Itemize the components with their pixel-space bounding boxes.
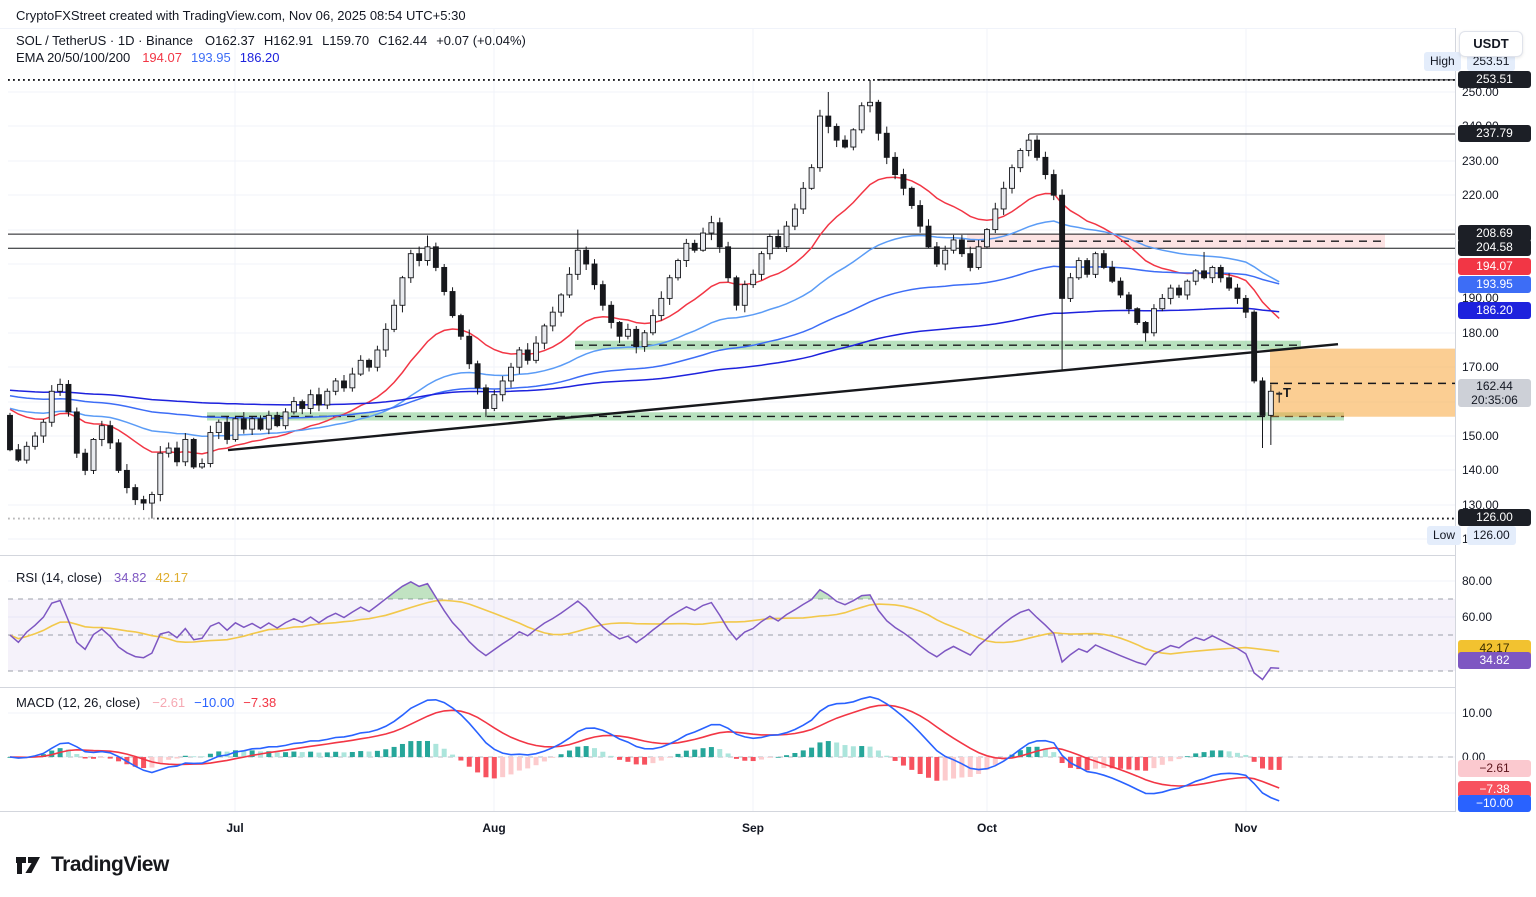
ohlc-value: L159.70 <box>322 33 369 48</box>
macd-line <box>10 697 1279 801</box>
currency-button[interactable]: USDT <box>1459 31 1523 57</box>
time-axis-month-label: Sep <box>742 821 764 835</box>
t-drawing-marker[interactable]: T <box>1283 385 1291 400</box>
target-zone-orange <box>1270 349 1456 417</box>
rsi-band <box>8 599 1455 671</box>
ema-legend-title[interactable]: EMA 20/50/100/200 <box>16 50 130 65</box>
macd-pane-series <box>8 697 1282 801</box>
price-badge: 194.07 <box>1458 258 1531 275</box>
ohlc-value: H162.91 <box>264 33 313 48</box>
price-badge: −10.00 <box>1458 795 1531 812</box>
price-badge: 253.51 <box>1458 71 1531 88</box>
tradingview-logo[interactable]: TradingView <box>14 853 169 877</box>
rsi-legend-value: 42.17 <box>156 570 189 585</box>
time-axis-month-label: Oct <box>977 821 997 835</box>
symbol-legend: SOL / TetherUS · 1D · Binance O162.37 H162… <box>16 33 535 48</box>
price-badge: 193.95 <box>1458 276 1531 293</box>
price-tick-label: 60.00 <box>1462 609 1528 625</box>
attribution-bar: CryptoFXStreet created with TradingView.… <box>16 8 466 23</box>
price-badge: −2.61 <box>1458 760 1531 777</box>
price-tick-label: 230.00 <box>1462 153 1528 169</box>
symbol-title[interactable]: SOL / TetherUS · 1D · Binance <box>16 33 193 48</box>
price-tick-label: 180.00 <box>1462 325 1528 341</box>
ascending-trendline[interactable] <box>228 344 1338 450</box>
price-tick-label: 10.00 <box>1462 705 1528 721</box>
price-tick-label: 80.00 <box>1462 573 1528 589</box>
ohlc-value: C162.44 <box>378 33 427 48</box>
tradingview-chart-window: T CryptoFXStreet created with TradingVie… <box>0 0 1536 897</box>
time-axis[interactable]: Jul Aug Sep Oct Nov <box>0 812 1536 843</box>
macd-signal-line <box>10 705 1279 788</box>
price-tick-label: 140.00 <box>1462 462 1528 478</box>
time-axis-month-label: Jul <box>226 821 243 835</box>
price-badge: 237.79 <box>1458 125 1531 142</box>
demand-zone-upper <box>575 341 1301 350</box>
price-tick-label: 150.00 <box>1462 428 1528 444</box>
low-label: Low <box>1427 526 1461 545</box>
low-price-pill: Low 126.00 <box>1427 526 1516 545</box>
ohlc-value: O162.37 <box>205 33 255 48</box>
price-badge: 34.82 <box>1458 652 1531 669</box>
ema-legend-value: 186.20 <box>240 50 280 65</box>
supply-zone <box>967 234 1385 248</box>
macd-legend: MACD (12, 26, close) −2.61 −10.00 −7.38 <box>16 695 285 710</box>
time-axis-month-label: Nov <box>1235 821 1258 835</box>
macd-legend-value: −10.00 <box>194 695 234 710</box>
price-badge: 186.20 <box>1458 302 1531 319</box>
rsi-legend-title[interactable]: RSI (14, close) <box>16 570 102 585</box>
macd-legend-title[interactable]: MACD (12, 26, close) <box>16 695 140 710</box>
ema-200-line <box>10 308 1279 405</box>
tradingview-logo-text: TradingView <box>51 853 169 877</box>
ohlc-value: +0.07 (+0.04%) <box>436 33 526 48</box>
ema-legend-value: 193.95 <box>191 50 231 65</box>
chart-canvas[interactable]: T <box>0 0 1536 897</box>
ema-legend-value: 194.07 <box>142 50 182 65</box>
tradingview-logo-icon <box>14 854 44 876</box>
attribution-text: CryptoFXStreet created with TradingView.… <box>16 8 466 23</box>
time-axis-month-label: Aug <box>482 821 505 835</box>
price-tick-label: 170.00 <box>1462 359 1528 375</box>
rsi-legend: RSI (14, close) 34.82 42.17 <box>16 570 197 585</box>
low-value: 126.00 <box>1467 526 1516 545</box>
price-tick-label: 220.00 <box>1462 187 1528 203</box>
price-badge: 204.58 <box>1458 239 1531 256</box>
price-badge: 126.00 <box>1458 509 1531 526</box>
high-label: High <box>1424 52 1461 71</box>
ema-legend: EMA 20/50/100/200 194.07 193.95 186.20 <box>16 50 289 65</box>
price-badge: 162.4420:35:06 <box>1458 379 1531 407</box>
macd-legend-value: −2.61 <box>152 695 185 710</box>
ema-50-line <box>10 221 1279 436</box>
price-axis[interactable] <box>1455 28 1536 812</box>
macd-legend-value: −7.38 <box>243 695 276 710</box>
rsi-legend-value: 34.82 <box>114 570 147 585</box>
